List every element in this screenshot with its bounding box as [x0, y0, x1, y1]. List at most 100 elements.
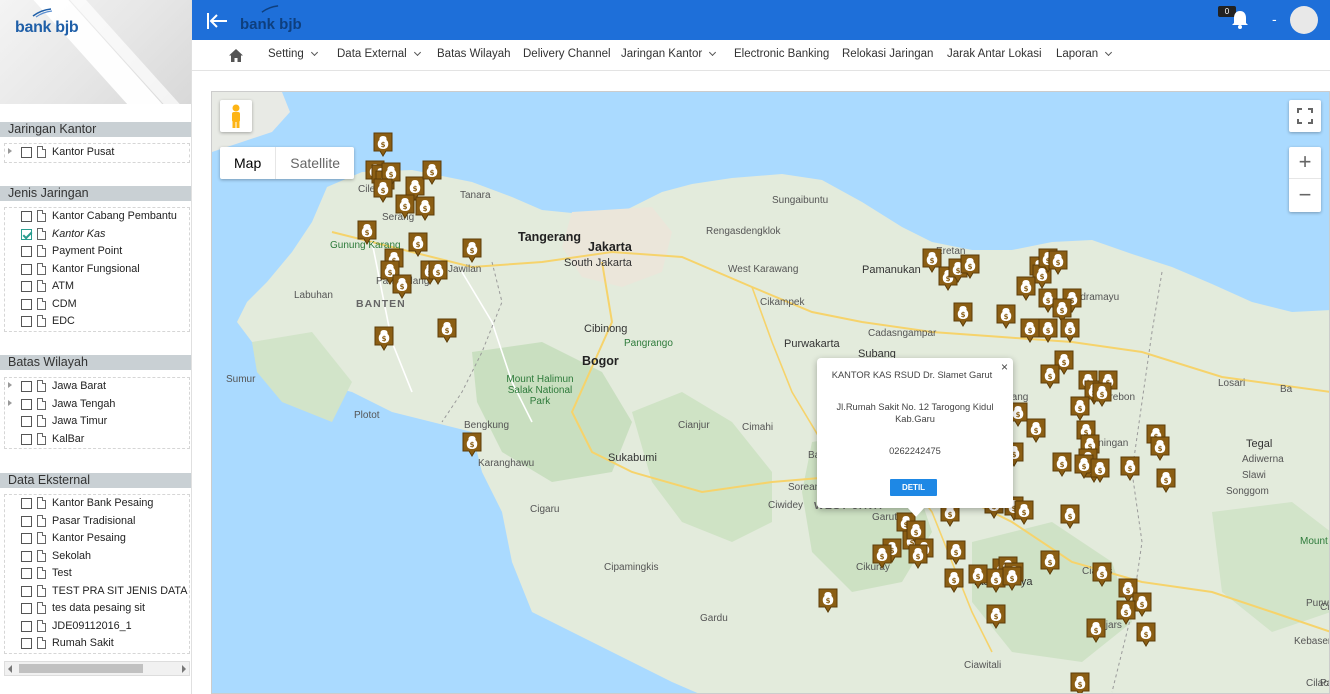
tree-item[interactable]: Kantor Pesaing [5, 530, 189, 548]
branch-marker-icon[interactable]: $ [1060, 504, 1080, 529]
tree-checkbox[interactable] [21, 246, 32, 257]
branch-marker-icon[interactable]: $ [1070, 672, 1090, 694]
nav-item[interactable]: Data External [337, 48, 421, 60]
tree-item[interactable]: JDE09112016_1 [5, 618, 189, 636]
tree-item[interactable]: Sekolah [5, 548, 189, 566]
branch-marker-icon[interactable]: $ [996, 304, 1016, 329]
tree-checkbox[interactable] [21, 550, 32, 562]
tree-checkbox[interactable] [21, 568, 32, 579]
branch-marker-icon[interactable]: $ [428, 260, 448, 285]
tree-checkbox[interactable] [21, 228, 32, 240]
bell-icon[interactable] [1230, 8, 1250, 30]
fullscreen-button[interactable] [1289, 100, 1321, 132]
branch-marker-icon[interactable]: $ [908, 544, 928, 569]
branch-marker-icon[interactable]: $ [395, 194, 415, 219]
tree-checkbox[interactable] [21, 316, 32, 327]
nav-item[interactable]: Jaringan Kantor [621, 48, 717, 60]
branch-marker-icon[interactable]: $ [462, 238, 482, 263]
branch-marker-icon[interactable]: $ [408, 232, 428, 257]
branch-marker-icon[interactable]: $ [968, 564, 988, 589]
nav-item[interactable]: Delivery Channel [523, 48, 611, 60]
nav-item[interactable]: Jarak Antar Lokasi [947, 48, 1042, 60]
tree-checkbox[interactable] [21, 211, 32, 222]
tree-checkbox[interactable] [21, 585, 32, 597]
map-type-satellite-button[interactable]: Satellite [276, 147, 354, 179]
branch-marker-icon[interactable]: $ [944, 568, 964, 593]
zoom-in-button[interactable]: + [1289, 147, 1321, 179]
tree-checkbox[interactable] [21, 416, 32, 427]
branch-marker-icon[interactable]: $ [1136, 622, 1156, 647]
branch-marker-icon[interactable]: $ [374, 326, 394, 351]
tree-checkbox[interactable] [21, 620, 32, 632]
nav-item[interactable]: Laporan [1056, 48, 1113, 60]
tree-item[interactable]: Kantor Pusat [5, 144, 189, 162]
tree-item[interactable]: EDC [5, 313, 189, 331]
tree-checkbox[interactable] [21, 263, 32, 275]
branch-marker-icon[interactable]: $ [1060, 318, 1080, 343]
expand-arrow-icon[interactable] [8, 382, 12, 388]
tree-item[interactable]: Kantor Kas [5, 226, 189, 244]
tree-checkbox[interactable] [21, 533, 32, 544]
branch-marker-icon[interactable]: $ [960, 254, 980, 279]
tree-item[interactable]: Kantor Fungsional [5, 261, 189, 279]
nav-item[interactable]: Electronic Banking [734, 48, 829, 60]
tree-item[interactable]: Kantor Cabang Pembantu [5, 208, 189, 226]
branch-marker-icon[interactable]: $ [1026, 418, 1046, 443]
tree-item[interactable]: CDM [5, 296, 189, 314]
branch-marker-icon[interactable]: $ [462, 432, 482, 457]
tree-checkbox[interactable] [21, 433, 32, 445]
branch-marker-icon[interactable]: $ [1038, 318, 1058, 343]
branch-marker-icon[interactable]: $ [373, 178, 393, 203]
tree-checkbox[interactable] [21, 298, 32, 310]
tree-item[interactable]: Pasar Tradisional [5, 513, 189, 531]
branch-marker-icon[interactable]: $ [1014, 500, 1034, 525]
tree-item[interactable]: Kantor Bank Pesaing [5, 495, 189, 513]
map-view[interactable]: Tangerang Jakarta South Jakarta Bogor Cibino… [211, 91, 1330, 694]
branch-marker-icon[interactable]: $ [1020, 318, 1040, 343]
tree-checkbox[interactable] [21, 498, 32, 509]
branch-marker-icon[interactable]: $ [422, 160, 442, 185]
tree-item[interactable]: KalBar [5, 431, 189, 449]
branch-marker-icon[interactable]: $ [1116, 600, 1136, 625]
branch-marker-icon[interactable]: $ [1092, 382, 1112, 407]
tree-checkbox[interactable] [21, 603, 32, 614]
branch-marker-icon[interactable]: $ [1052, 452, 1072, 477]
tree-checkbox[interactable] [21, 147, 32, 158]
expand-arrow-icon[interactable] [8, 148, 12, 154]
nav-item[interactable]: Relokasi Jaringan [842, 48, 933, 60]
scroll-left-icon[interactable] [8, 665, 12, 673]
branch-marker-icon[interactable]: $ [1092, 562, 1112, 587]
branch-marker-icon[interactable]: $ [1040, 550, 1060, 575]
tree-item[interactable]: Jawa Barat [5, 378, 189, 396]
tree-item[interactable]: tes data pesaing sit [5, 600, 189, 618]
tree-item[interactable]: Rumah Sakit [5, 635, 189, 653]
branch-marker-icon[interactable]: $ [1150, 436, 1170, 461]
tree-item[interactable]: Test [5, 565, 189, 583]
tree-checkbox[interactable] [21, 398, 32, 410]
branch-marker-icon[interactable]: $ [357, 220, 377, 245]
street-view-pegman[interactable] [220, 100, 252, 132]
branch-marker-icon[interactable]: $ [1048, 250, 1068, 275]
expand-arrow-icon[interactable] [8, 399, 12, 406]
tree-item[interactable]: Payment Point [5, 243, 189, 261]
branch-marker-icon[interactable]: $ [818, 588, 838, 613]
branch-marker-icon[interactable]: $ [1070, 396, 1090, 421]
tree-item[interactable]: Jawa Timur [5, 413, 189, 431]
back-arrow-icon[interactable] [206, 11, 228, 31]
branch-marker-icon[interactable]: $ [1002, 566, 1022, 591]
branch-marker-icon[interactable]: $ [953, 302, 973, 327]
branch-marker-icon[interactable]: $ [1016, 276, 1036, 301]
scrollbar-thumb[interactable] [19, 664, 143, 673]
branch-marker-icon[interactable]: $ [1040, 364, 1060, 389]
sidebar-horizontal-scrollbar[interactable] [4, 661, 190, 676]
tree-item[interactable]: Jawa Tengah [5, 396, 189, 414]
branch-marker-icon[interactable]: $ [1120, 456, 1140, 481]
tree-item[interactable]: TEST PRA SIT JENIS DATA EX [5, 583, 189, 601]
tree-checkbox[interactable] [21, 638, 32, 649]
user-avatar[interactable] [1290, 6, 1318, 34]
tree-checkbox[interactable] [21, 381, 32, 392]
branch-marker-icon[interactable]: $ [437, 318, 457, 343]
tree-checkbox[interactable] [21, 281, 32, 292]
branch-marker-icon[interactable]: $ [1086, 618, 1106, 643]
tree-checkbox[interactable] [21, 515, 32, 527]
